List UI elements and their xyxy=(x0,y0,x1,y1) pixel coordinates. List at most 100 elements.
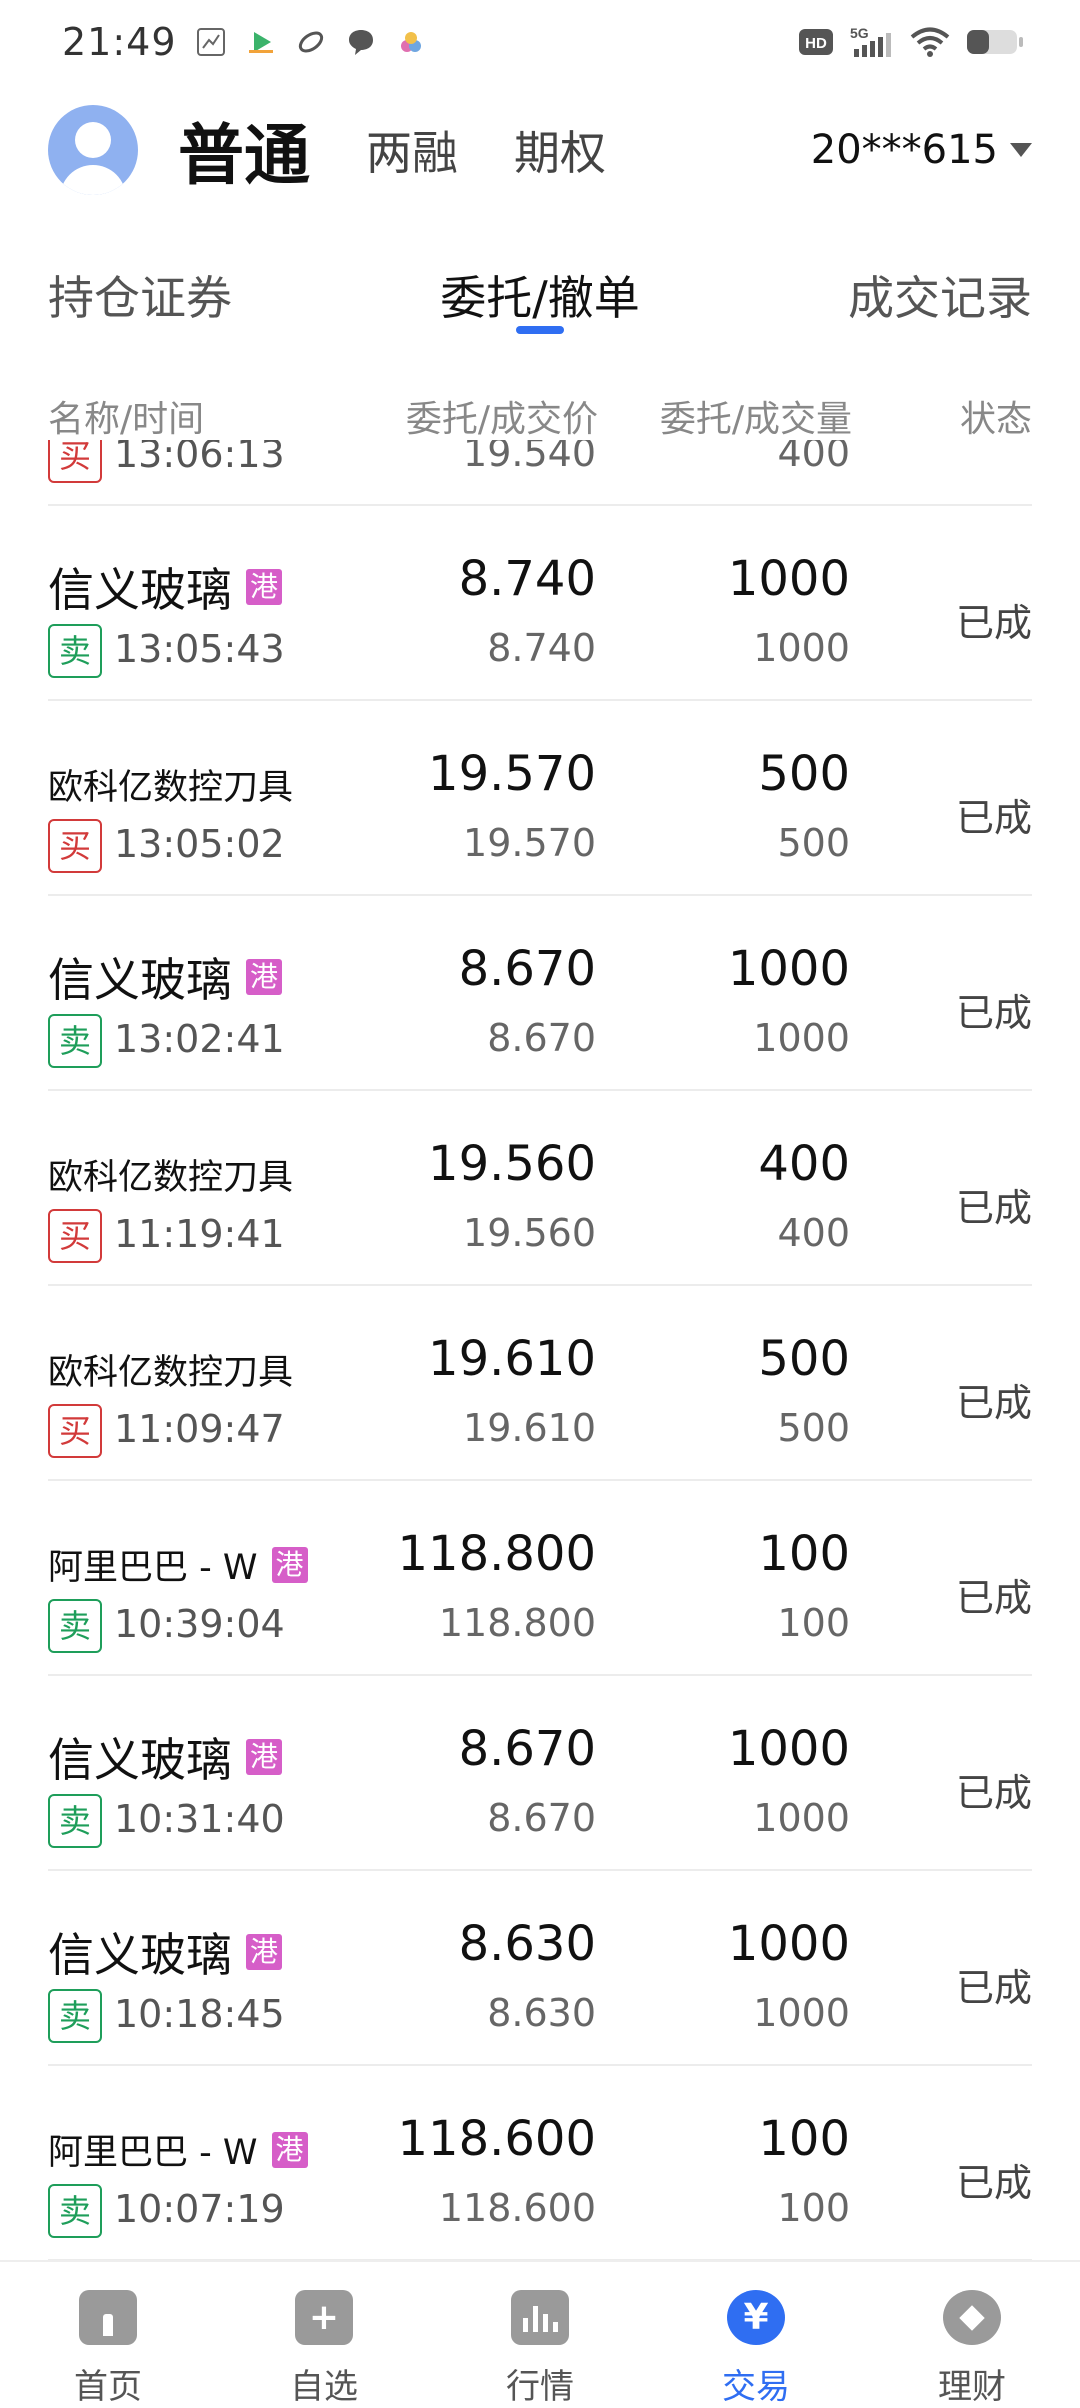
order-stock-name: 欧科亿数控刀具 xyxy=(48,759,293,810)
order-side-tag: 买 xyxy=(48,440,102,483)
stock-name-text: 阿里巴巴 - W xyxy=(48,1548,258,1588)
notification-message-icon xyxy=(348,30,373,55)
deal-price: 118.800 xyxy=(438,1601,596,1645)
deal-price: 8.670 xyxy=(487,1796,596,1840)
order-time: 10:18:45 xyxy=(114,1992,285,2036)
deal-quantity: 100 xyxy=(777,1601,850,1645)
order-side-tag: 卖 xyxy=(48,624,102,678)
order-time: 11:09:47 xyxy=(114,1407,285,1451)
signal-5g-icon: 5G xyxy=(850,25,891,57)
yen-icon: ¥ xyxy=(727,2290,785,2345)
nav-watchlist[interactable]: + 自选 xyxy=(216,2262,432,2408)
order-price: 8.670 xyxy=(458,1721,596,1777)
order-price: 118.600 xyxy=(397,2111,597,2167)
order-row[interactable]: 信义玻璃港卖 13:02:41 8.670 8.670 1000 1000 已成 xyxy=(0,896,1080,1091)
order-row[interactable]: 阿里巴巴 - W 港卖 10:07:19 118.600 118.600 100 100 已成 xyxy=(0,2066,1080,2260)
deal-quantity: 1000 xyxy=(753,1016,850,1060)
order-status: 已成 xyxy=(955,796,1032,840)
wifi-icon xyxy=(910,27,950,57)
tab-orders-cancel[interactable]: 委托/撤单 xyxy=(440,262,640,328)
order-time: 10:07:19 xyxy=(114,2187,285,2231)
order-side-tag: 买 xyxy=(48,1404,102,1458)
deal-price: 19.570 xyxy=(463,821,596,865)
order-side-tag: 卖 xyxy=(48,1794,102,1848)
nav-home[interactable]: 首页 xyxy=(0,2262,216,2408)
deal-price: 118.600 xyxy=(438,2186,596,2230)
order-row[interactable]: 阿里巴巴 - W 港卖 10:39:04 118.800 118.800 100 100 已成 xyxy=(0,1481,1080,1676)
hk-market-tag: 港 xyxy=(246,959,282,995)
column-price: 委托/成交价 xyxy=(405,399,598,440)
order-stock-name: 欧科亿数控刀具 xyxy=(48,1149,293,1200)
order-status: 已成 xyxy=(955,2161,1032,2205)
order-side-tag: 卖 xyxy=(48,2184,102,2238)
order-quantity: 500 xyxy=(758,746,850,802)
bar-chart-icon xyxy=(511,2290,569,2345)
svg-text:HD: HD xyxy=(805,35,827,52)
deal-quantity: 500 xyxy=(777,1406,850,1450)
order-status: 已成 xyxy=(955,1576,1032,1620)
order-stock-name: 欧科亿数控刀具 xyxy=(48,1344,293,1395)
battery-icon xyxy=(967,30,1023,54)
diamond-icon xyxy=(943,2290,1001,2345)
tab-trade-records[interactable]: 成交记录 xyxy=(848,262,1032,328)
order-quantity: 1000 xyxy=(727,1916,850,1972)
hd-icon: HD xyxy=(799,29,833,55)
order-status: 已成 xyxy=(955,1381,1032,1425)
avatar[interactable] xyxy=(48,105,138,195)
stock-name-text: 欧科亿数控刀具 xyxy=(48,1158,294,1198)
order-quantity: 1000 xyxy=(727,1721,850,1777)
order-stock-name: 信义玻璃港 xyxy=(48,554,282,620)
home-icon xyxy=(79,2290,137,2345)
order-row[interactable]: 信义玻璃港卖 13:05:43 8.740 8.740 1000 1000 已成 xyxy=(0,506,1080,701)
order-time: 13:05:02 xyxy=(114,822,285,866)
bottom-nav: 首页 + 自选 行情 ¥ 交易 理财 xyxy=(0,2260,1080,2408)
notification-leaf-icon xyxy=(298,31,323,53)
order-side-tag: 买 xyxy=(48,819,102,873)
order-row[interactable]: 欧科亿数控刀具买 11:09:47 19.610 19.610 500 500 已成 xyxy=(0,1286,1080,1481)
order-row[interactable]: 信义玻璃港卖 10:18:45 8.630 8.630 1000 1000 已成 xyxy=(0,1871,1080,2066)
order-time: 13:06:13 xyxy=(114,440,285,476)
tab-holdings[interactable]: 持仓证券 xyxy=(48,262,232,328)
order-time: 10:31:40 xyxy=(114,1797,285,1841)
status-right: HD 5G xyxy=(798,25,1024,59)
deal-quantity: 1000 xyxy=(753,1796,850,1840)
account-type-normal[interactable]: 普通 xyxy=(178,102,310,198)
column-name-time: 名称/时间 xyxy=(48,399,205,440)
account-selector[interactable]: 20***615 xyxy=(811,127,1032,173)
account-type-margin[interactable]: 两融 xyxy=(366,117,458,183)
order-row[interactable]: 欧科亿数控刀具买 13:05:02 19.570 19.570 500 500 已成 xyxy=(0,701,1080,896)
nav-trade-label: 交易 xyxy=(722,2367,790,2407)
order-stock-name: 阿里巴巴 - W 港 xyxy=(48,1539,308,1590)
order-quantity: 500 xyxy=(758,1331,850,1387)
account-type-options[interactable]: 期权 xyxy=(514,117,606,183)
deal-price: 19.610 xyxy=(463,1406,596,1450)
deal-quantity: 500 xyxy=(777,821,850,865)
nav-market[interactable]: 行情 xyxy=(432,2262,648,2408)
orders-list-inner: 买 13:06:13 19.540 400 信义玻璃港卖 13:05:43 8.740 8.7… xyxy=(0,440,1080,2260)
order-quantity: 100 xyxy=(758,2111,850,2167)
nav-watchlist-label: 自选 xyxy=(290,2367,358,2407)
nav-home-label: 首页 xyxy=(74,2367,142,2407)
order-price: 8.630 xyxy=(458,1916,596,1972)
stock-name-text: 欧科亿数控刀具 xyxy=(48,1353,294,1393)
order-side-tag: 买 xyxy=(48,1209,102,1263)
nav-market-label: 行情 xyxy=(506,2367,574,2407)
order-price: 8.740 xyxy=(458,551,596,607)
order-price: 19.610 xyxy=(428,1331,596,1387)
order-time: 13:02:41 xyxy=(114,1017,285,1061)
deal-price: 8.670 xyxy=(487,1016,596,1060)
column-quantity: 委托/成交量 xyxy=(659,399,852,440)
account-number: 20***615 xyxy=(810,127,998,173)
deal-quantity: 400 xyxy=(777,440,850,475)
order-row[interactable]: 买 13:06:13 19.540 400 xyxy=(0,440,1080,506)
order-row[interactable]: 信义玻璃港卖 10:31:40 8.670 8.670 1000 1000 已成 xyxy=(0,1676,1080,1871)
order-row[interactable]: 欧科亿数控刀具买 11:19:41 19.560 19.560 400 400 已成 xyxy=(0,1091,1080,1286)
order-status: 已成 xyxy=(955,991,1032,1035)
deal-price: 19.540 xyxy=(463,440,596,475)
status-time: 21:49 xyxy=(62,20,177,64)
orders-list[interactable]: 买 13:06:13 19.540 400 信义玻璃港卖 13:05:43 8.740 8.7… xyxy=(0,440,1080,2260)
order-quantity: 100 xyxy=(758,1526,850,1582)
nav-trade[interactable]: ¥ 交易 xyxy=(648,2262,864,2408)
notification-drop-icon xyxy=(400,32,421,52)
nav-wealth[interactable]: 理财 xyxy=(864,2262,1080,2408)
